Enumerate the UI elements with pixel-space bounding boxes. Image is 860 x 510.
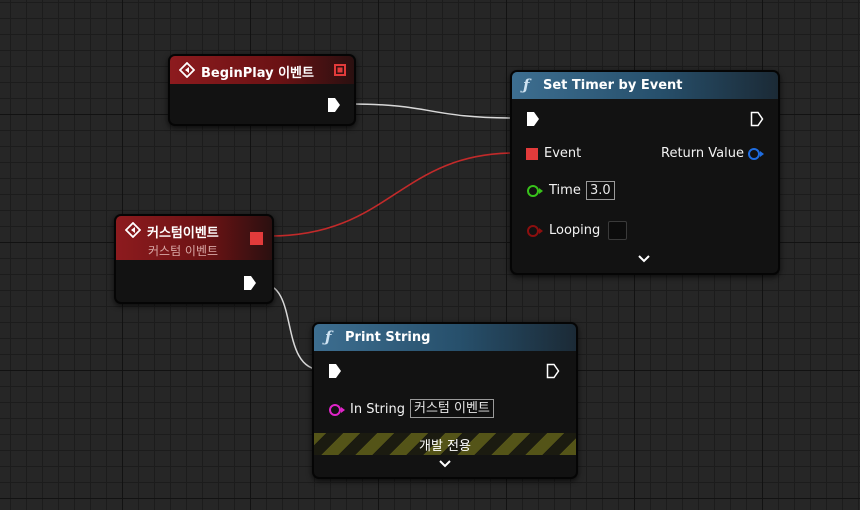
development-only-label: 개발 전용: [419, 439, 471, 454]
in-string-value-input[interactable]: 커스텀 이벤트: [410, 399, 494, 418]
looping-input-pin[interactable]: [526, 224, 544, 238]
delegate-output-pin[interactable]: [250, 232, 263, 245]
exec-output-pin[interactable]: [327, 97, 341, 113]
time-input-pin[interactable]: [526, 184, 544, 198]
node-header: ƒ Print String: [314, 324, 576, 351]
beginplay-event-node[interactable]: BeginPlay 이벤트: [168, 54, 356, 126]
event-diamond-icon: [125, 222, 141, 238]
node-subtitle: 커스텀 이벤트: [148, 244, 219, 258]
looping-checkbox[interactable]: [608, 221, 627, 240]
node-title: 커스텀이벤트: [147, 226, 219, 241]
exec-output-pin[interactable]: [750, 111, 764, 127]
development-only-banner: 개발 전용: [314, 433, 576, 455]
time-pin-label: Time: [549, 183, 581, 198]
delegate-output-pin[interactable]: [334, 64, 346, 76]
event-delegate-input-pin[interactable]: [526, 148, 538, 160]
node-title: Set Timer by Event: [543, 78, 683, 93]
print-string-node[interactable]: ƒ Print String In String 커스텀 이벤트 개발 전용: [312, 322, 578, 479]
event-diamond-icon: [179, 62, 195, 78]
return-value-pin-label: Return Value: [661, 146, 744, 161]
chevron-down-icon[interactable]: [439, 458, 451, 471]
in-string-pin-label: In String: [350, 402, 406, 417]
time-value-input[interactable]: 3.0: [586, 181, 615, 200]
exec-output-pin[interactable]: [546, 363, 560, 379]
chevron-down-icon[interactable]: [638, 253, 650, 266]
custom-event-node[interactable]: 커스텀이벤트 커스텀 이벤트: [114, 214, 274, 304]
return-value-output-pin[interactable]: [747, 147, 765, 161]
function-f-icon: ƒ: [523, 76, 530, 94]
node-header: 커스텀이벤트 커스텀 이벤트: [116, 216, 272, 260]
node-header: ƒ Set Timer by Event: [512, 72, 778, 99]
set-timer-by-event-node[interactable]: ƒ Set Timer by Event Event Return Value …: [510, 70, 780, 275]
exec-input-pin[interactable]: [526, 111, 540, 127]
exec-output-pin[interactable]: [243, 275, 257, 291]
node-title: BeginPlay 이벤트: [201, 66, 314, 81]
exec-input-pin[interactable]: [328, 363, 342, 379]
node-title: Print String: [345, 330, 431, 345]
function-f-icon: ƒ: [325, 328, 332, 346]
exec-wire-beginplay-to-settimer[interactable]: [351, 103, 513, 119]
node-header: BeginPlay 이벤트: [170, 56, 354, 84]
in-string-input-pin[interactable]: [328, 403, 346, 417]
delegate-wire-customevent-to-event[interactable]: [269, 152, 516, 237]
looping-pin-label: Looping: [549, 223, 601, 238]
event-pin-label: Event: [544, 146, 582, 161]
